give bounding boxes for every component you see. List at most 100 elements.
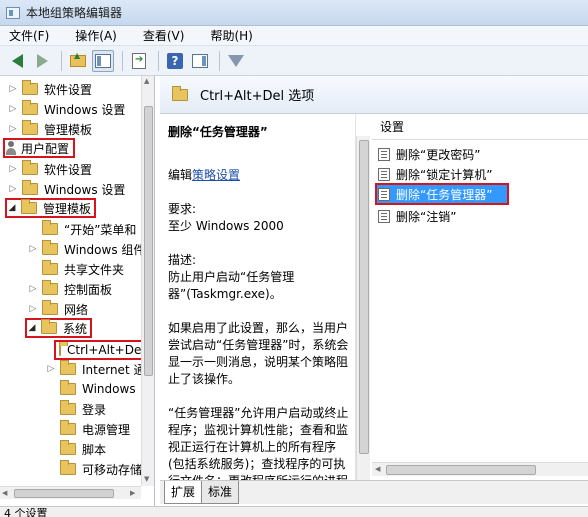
expand-arrow-icon[interactable]: ▷ [28, 304, 38, 314]
settings-column-label: 设置 [380, 120, 405, 134]
scroll-left-icon[interactable]: ◀ [375, 465, 380, 473]
tree-item-user-configuration[interactable]: 用户配置 [3, 138, 76, 158]
properties-button[interactable] [189, 50, 211, 72]
list-horizontal-scrollbar[interactable]: ◀ [372, 462, 588, 476]
tree-item-logon[interactable]: 登录 [46, 399, 106, 419]
list-item-selected[interactable]: 删除“任务管理器” [375, 183, 509, 205]
collapse-arrow-icon[interactable]: ◢ [7, 203, 17, 213]
tree-item-label: Windows 组件 [64, 242, 146, 257]
details-header-title: Ctrl+Alt+Del 选项 [200, 89, 315, 104]
menu-help[interactable]: 帮助(H) [207, 26, 255, 45]
tree-item-shared-folders[interactable]: 共享文件夹 [28, 259, 124, 279]
scroll-down-icon[interactable]: ▼ [144, 475, 149, 483]
tree-item-windows-settings[interactable]: ▷ Windows 设置 [8, 99, 125, 119]
description-paragraph-1: 如果启用了此设置，那么，当用户尝试启动“任务管理器”时，系统会显一示一则消息，说… [168, 321, 349, 386]
expand-arrow-icon[interactable]: ▷ [46, 364, 56, 374]
menu-view[interactable]: 查看(V) [140, 26, 188, 45]
tree-item-user-software-settings[interactable]: ▷ 软件设置 [8, 159, 92, 179]
folder-icon [41, 319, 57, 334]
expand-arrow-icon[interactable]: ▷ [28, 244, 38, 254]
filter-icon [228, 54, 244, 67]
folder-icon [22, 120, 38, 135]
tree-item-removable-storage[interactable]: 可移动存储 [46, 459, 142, 479]
tree-item-control-panel[interactable]: ▷ 控制面板 [28, 279, 112, 299]
toolbar-separator [158, 50, 159, 71]
window-title: 本地组策略编辑器 [26, 6, 123, 20]
menu-bar: 文件(F) 操作(A) 查看(V) 帮助(H) [0, 26, 588, 46]
folder-icon [42, 300, 58, 315]
expand-arrow-icon[interactable]: ▷ [8, 184, 18, 194]
folder-icon [60, 400, 76, 415]
policy-setting-icon [378, 147, 390, 161]
tree-item-power-management[interactable]: 电源管理 [46, 419, 130, 439]
folder-icon [60, 380, 76, 395]
help-button[interactable]: ? [164, 50, 186, 72]
scroll-right-icon[interactable]: ▶ [130, 489, 135, 497]
tree-item-label: 系统 [63, 321, 88, 336]
tree-item-scripts[interactable]: 脚本 [46, 439, 106, 459]
settings-column-header[interactable]: 设置 [372, 114, 588, 140]
tree-item-windows-components[interactable]: ▷ Windows 组件 [28, 239, 145, 259]
tree-vertical-scrollbar[interactable]: ▲ ▼ [141, 76, 154, 486]
description-scroll-thumb[interactable] [359, 140, 369, 454]
tree-horizontal-scrollbar[interactable]: ◀ ▶ [0, 486, 141, 499]
list-hscroll-thumb[interactable] [386, 465, 536, 475]
tree-item-system[interactable]: ◢ 系统 [25, 318, 93, 338]
export-list-button[interactable] [128, 50, 150, 72]
tab-standard[interactable]: 标准 [201, 481, 240, 504]
tree-item-label: 登录 [82, 402, 107, 417]
tree-scroll-thumb[interactable] [144, 106, 153, 376]
collapse-arrow-icon[interactable]: ◢ [27, 323, 37, 333]
filter-button[interactable] [225, 50, 247, 72]
toolbar-separator [219, 50, 220, 71]
list-item[interactable]: 删除“锁定计算机” [376, 164, 586, 184]
tree-item-ctrl-alt-del[interactable]: Ctrl+Alt+Del [54, 340, 145, 360]
scroll-left-icon[interactable]: ◀ [2, 489, 7, 497]
list-item[interactable]: 删除“更改密码” [376, 144, 586, 164]
settings-list: 设置 删除“更改密码” 删除“锁定计算机” 删除“任务管理器” 删除“注销” ◀ [372, 114, 588, 480]
back-button[interactable] [6, 50, 28, 72]
list-item-label: 删除“锁定计算机” [396, 167, 493, 182]
tree-item-start-menu[interactable]: “开始”菜单和 [28, 219, 136, 239]
folder-icon [42, 220, 58, 235]
toolbar: ? [0, 46, 588, 76]
folder-icon [42, 240, 58, 255]
tree-hscroll-thumb[interactable] [14, 489, 114, 498]
description-label: 描述: [168, 253, 197, 267]
menu-file[interactable]: 文件(F) [6, 26, 52, 45]
user-icon [5, 141, 17, 155]
toolbar-separator [61, 50, 62, 71]
tree-item-windows-system[interactable]: Windows [46, 379, 136, 399]
edit-policy-link[interactable]: 策略设置 [192, 168, 240, 182]
tree-item-user-windows-settings[interactable]: ▷ Windows 设置 [8, 179, 125, 199]
expand-arrow-icon[interactable]: ▷ [8, 84, 18, 94]
show-hide-console-tree-icon [95, 53, 111, 68]
expand-arrow-icon[interactable]: ▷ [8, 164, 18, 174]
tree-item-software-settings[interactable]: ▷ 软件设置 [8, 79, 92, 99]
tab-extended[interactable]: 扩展 [164, 481, 203, 504]
show-hide-tree-button[interactable] [92, 49, 114, 72]
description-scrollbar[interactable] [356, 136, 370, 480]
tree-item-admin-templates[interactable]: ▷ 管理模板 [8, 119, 92, 139]
up-level-button[interactable] [67, 50, 89, 72]
description-text: 防止用户启动“任务管理器”(Taskmgr.exe)。 [168, 270, 295, 301]
folder-icon [60, 420, 76, 435]
scroll-up-icon[interactable]: ▲ [144, 77, 149, 85]
list-item-label: 删除“更改密码” [396, 147, 481, 162]
list-item[interactable]: 删除“注销” [376, 206, 586, 226]
toolbar-separator [122, 50, 123, 71]
forward-button[interactable] [31, 50, 53, 72]
expand-arrow-icon[interactable]: ▷ [8, 104, 18, 114]
tree-item-user-admin-templates[interactable]: ◢ 管理模板 [5, 198, 97, 218]
menu-action[interactable]: 操作(A) [72, 26, 120, 45]
expand-arrow-icon[interactable]: ▷ [28, 284, 38, 294]
tree-item-label: Windows [82, 382, 136, 396]
policy-heading: 删除“任务管理器” [168, 125, 268, 139]
tree-item-network[interactable]: ▷ 网络 [28, 299, 88, 319]
back-arrow-icon [11, 53, 23, 68]
expand-arrow-icon[interactable]: ▷ [8, 124, 18, 134]
export-list-icon [132, 52, 146, 69]
tree-item-internet-communication[interactable]: ▷ Internet 通 [46, 359, 145, 379]
list-item-label: 删除“注销” [396, 209, 457, 224]
folder-icon [60, 460, 76, 475]
